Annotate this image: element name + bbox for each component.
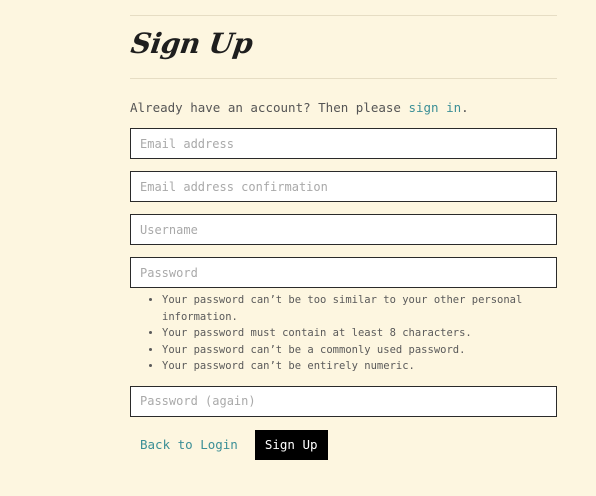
divider-bottom xyxy=(130,78,557,79)
password-help-item: Your password must contain at least 8 ch… xyxy=(162,325,557,342)
password-help-item: Your password can’t be entirely numeric. xyxy=(162,358,557,375)
signin-prompt-period: . xyxy=(461,100,469,115)
password-field[interactable] xyxy=(130,257,557,288)
username-field[interactable] xyxy=(130,214,557,245)
sign-up-button[interactable]: Sign Up xyxy=(254,429,328,460)
password-help-item: Your password can’t be too similar to yo… xyxy=(162,292,557,325)
password-again-field[interactable] xyxy=(130,385,557,417)
signin-prompt-text: Already have an account? Then please xyxy=(130,100,409,115)
divider-top xyxy=(130,15,557,16)
signup-container: Sign Up Already have an account? Then pl… xyxy=(129,0,557,460)
email-confirmation-field[interactable] xyxy=(130,171,557,202)
signin-prompt: Already have an account? Then please sig… xyxy=(130,99,557,117)
form-actions: Back to Login Sign Up xyxy=(130,429,557,460)
password-help-list: Your password can’t be too similar to yo… xyxy=(130,292,557,375)
page-title: Sign Up xyxy=(128,27,255,60)
sign-in-link[interactable]: sign in xyxy=(408,100,461,115)
back-to-login-link[interactable]: Back to Login xyxy=(140,437,238,452)
password-help-item: Your password can’t be a commonly used p… xyxy=(162,342,557,359)
email-field[interactable] xyxy=(130,128,557,159)
